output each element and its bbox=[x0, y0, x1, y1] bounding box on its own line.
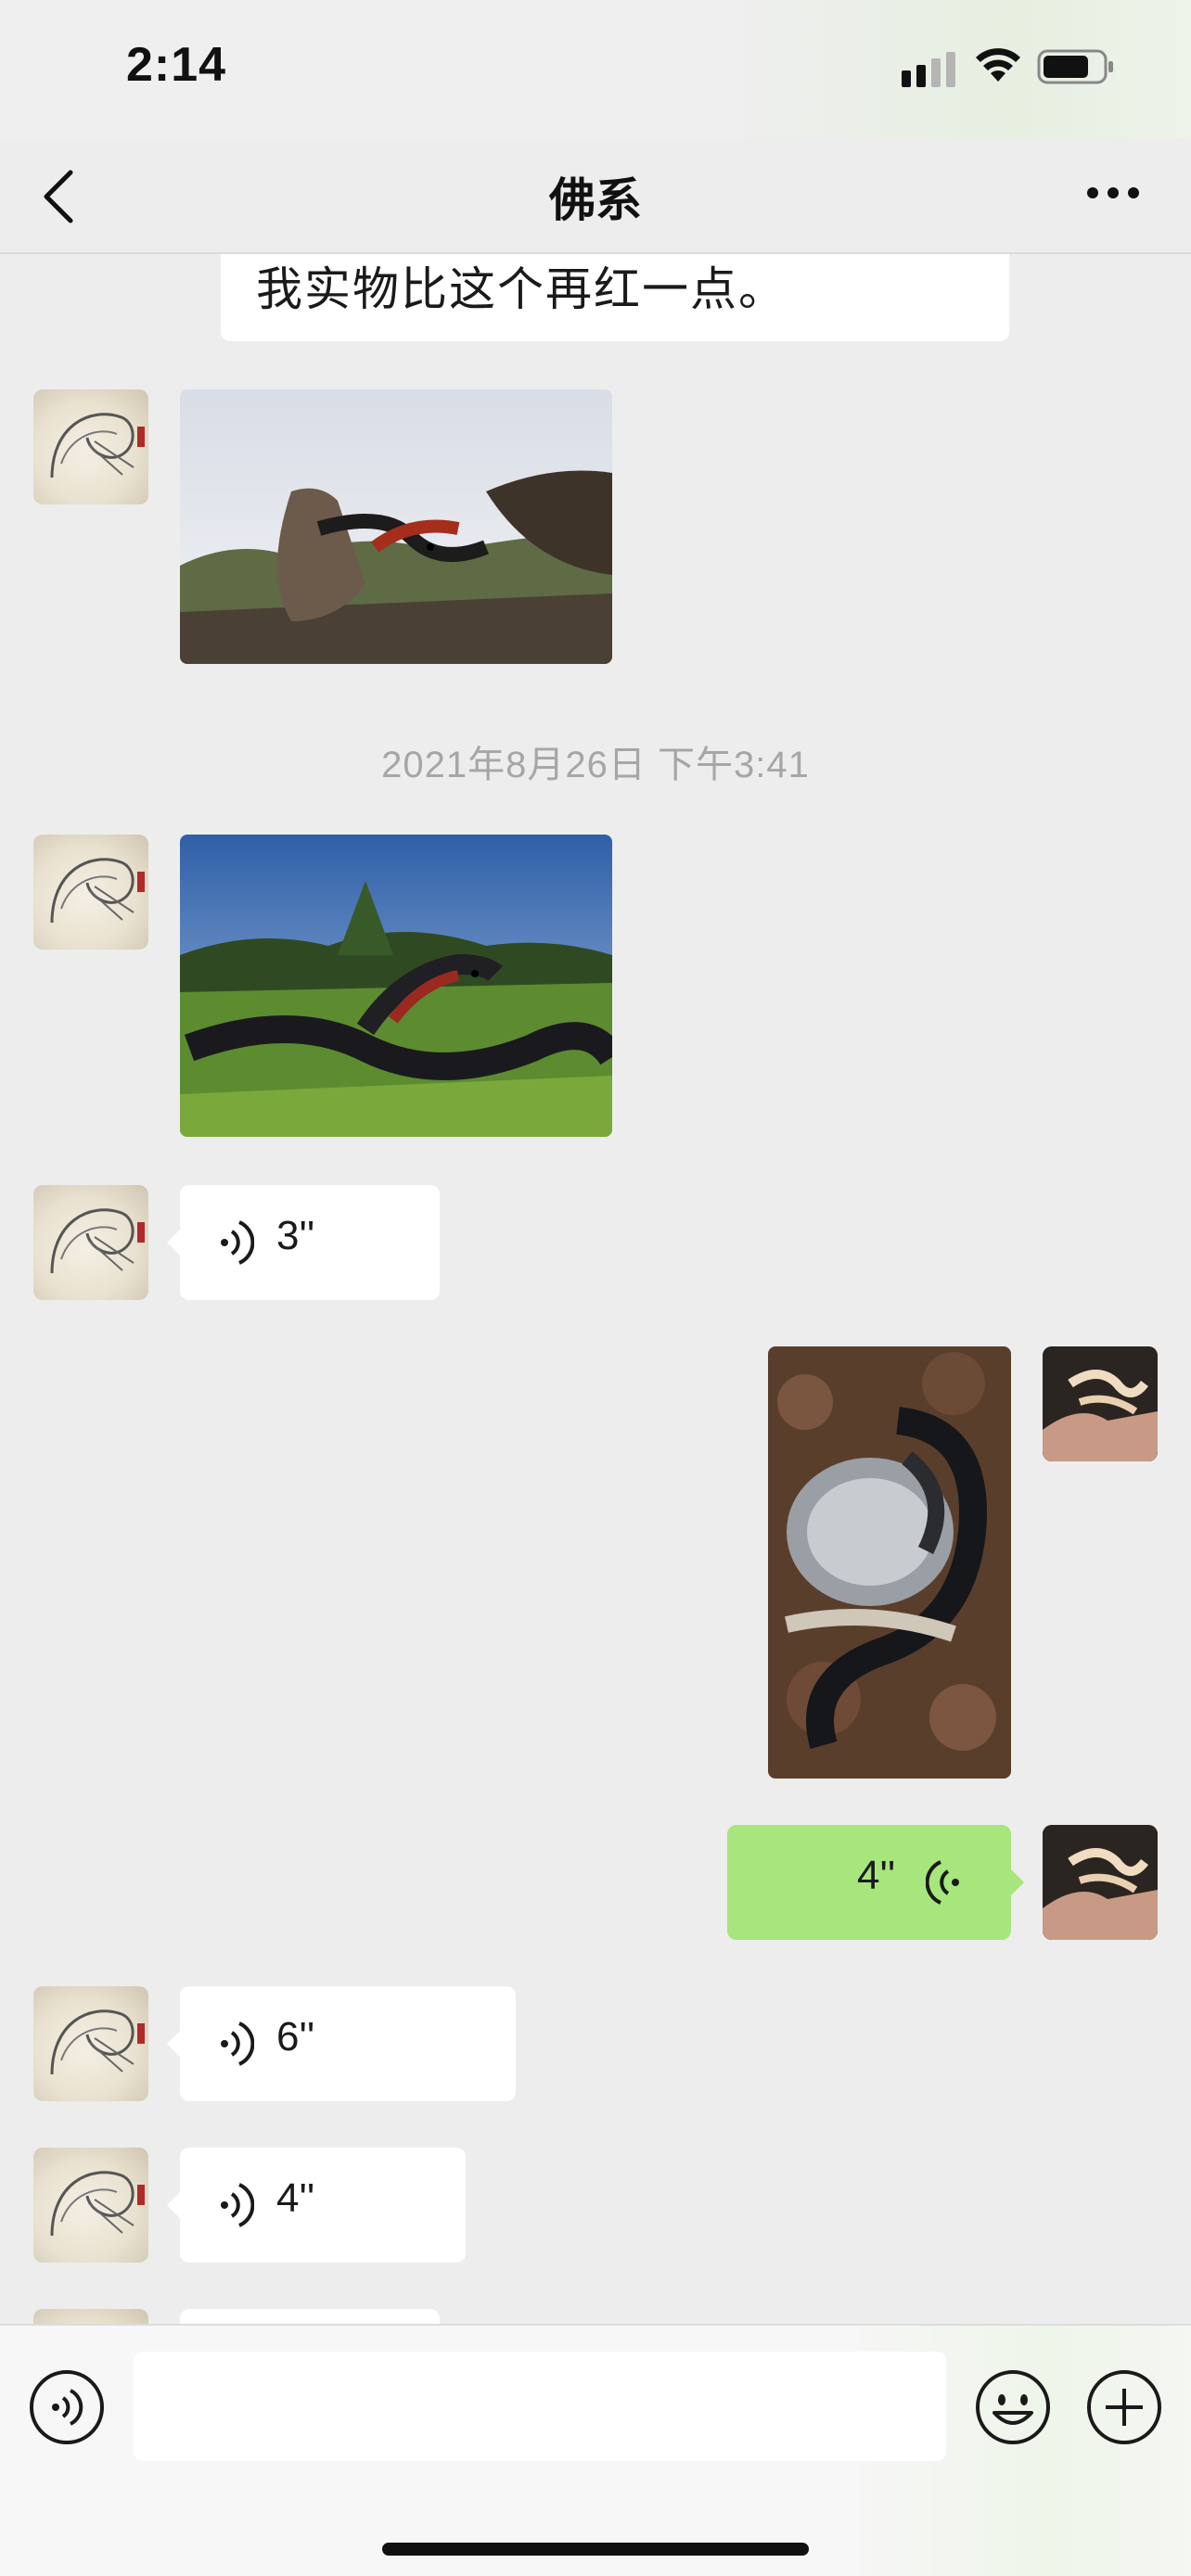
own-avatar[interactable] bbox=[1043, 1825, 1158, 1940]
home-indicator[interactable] bbox=[382, 2543, 809, 2556]
snake-sketch-icon bbox=[50, 1208, 145, 1274]
voice-wave-icon bbox=[926, 1860, 959, 1905]
contact-avatar[interactable] bbox=[33, 2309, 148, 2324]
voice-message-bubble[interactable]: 3'' bbox=[180, 1185, 440, 1300]
own-voice-message-bubble[interactable]: 4'' bbox=[727, 1825, 1011, 1940]
voice-duration: 4'' bbox=[857, 1853, 896, 1898]
cellular-signal-icon bbox=[902, 52, 955, 87]
voice-wave-icon bbox=[221, 1220, 254, 1265]
status-time: 2:14 bbox=[126, 38, 227, 92]
nav-bar: 佛系 bbox=[0, 139, 1191, 254]
input-bar bbox=[0, 2324, 1191, 2576]
plus-icon[interactable] bbox=[1085, 2368, 1163, 2446]
chat-title: 佛系 bbox=[549, 174, 642, 226]
bubble-tail bbox=[1011, 1869, 1024, 1895]
contact-avatar[interactable] bbox=[33, 1185, 148, 1300]
contact-avatar[interactable] bbox=[33, 389, 148, 504]
voice-wave-icon bbox=[221, 2183, 254, 2227]
snake-sketch-icon bbox=[50, 858, 145, 924]
snake-photo-message[interactable] bbox=[180, 835, 612, 1137]
more-dots-icon[interactable] bbox=[1085, 184, 1141, 202]
snake-sketch-icon bbox=[50, 2171, 145, 2237]
voice-message-bubble[interactable]: 6'' bbox=[180, 1986, 516, 2101]
status-bar: 2:14 bbox=[0, 0, 1191, 139]
red-bellied-snake-photo bbox=[180, 389, 612, 664]
black-snake-grass-photo bbox=[180, 835, 612, 1137]
emoji-icon[interactable] bbox=[974, 2368, 1052, 2446]
bubble-tail bbox=[167, 1230, 180, 1256]
chat-messages[interactable]: 我实物比这个再红一点。 2021年8月26日 下午3:41 3'' 4'' 6'… bbox=[0, 254, 1191, 2324]
contact-avatar[interactable] bbox=[33, 835, 148, 950]
message-timestamp: 2021年8月26日 下午3:41 bbox=[381, 745, 810, 785]
snake-on-hand-icon bbox=[1043, 1346, 1158, 1461]
contact-avatar[interactable] bbox=[33, 2148, 148, 2263]
snake-photo-message[interactable] bbox=[180, 389, 612, 664]
own-avatar[interactable] bbox=[1043, 1346, 1158, 1461]
bubble-tail bbox=[167, 2031, 180, 2057]
contact-avatar[interactable] bbox=[33, 1986, 148, 2101]
snake-sketch-icon bbox=[50, 413, 145, 478]
bubble-tail bbox=[167, 2192, 180, 2218]
own-snake-photo-message[interactable] bbox=[768, 1346, 1011, 1779]
voice-message-bubble[interactable] bbox=[180, 2309, 440, 2324]
voice-input-icon[interactable] bbox=[28, 2368, 106, 2446]
message-input[interactable] bbox=[134, 2352, 946, 2461]
voice-duration: 4'' bbox=[276, 2175, 315, 2221]
wifi-icon bbox=[976, 48, 1020, 82]
voice-duration: 6'' bbox=[276, 2014, 315, 2060]
battery-icon bbox=[1037, 49, 1113, 84]
voice-message-bubble[interactable]: 4'' bbox=[180, 2148, 466, 2263]
voice-duration: 3'' bbox=[276, 1213, 315, 1258]
black-snake-enclosure-photo bbox=[768, 1346, 1011, 1779]
snake-on-hand-icon bbox=[1043, 1825, 1158, 1940]
message-text: 我实物比这个再红一点。 bbox=[256, 263, 787, 315]
text-message-bubble[interactable]: 我实物比这个再红一点。 bbox=[221, 254, 1009, 341]
snake-sketch-icon bbox=[50, 2009, 145, 2075]
voice-wave-icon bbox=[221, 2021, 254, 2066]
